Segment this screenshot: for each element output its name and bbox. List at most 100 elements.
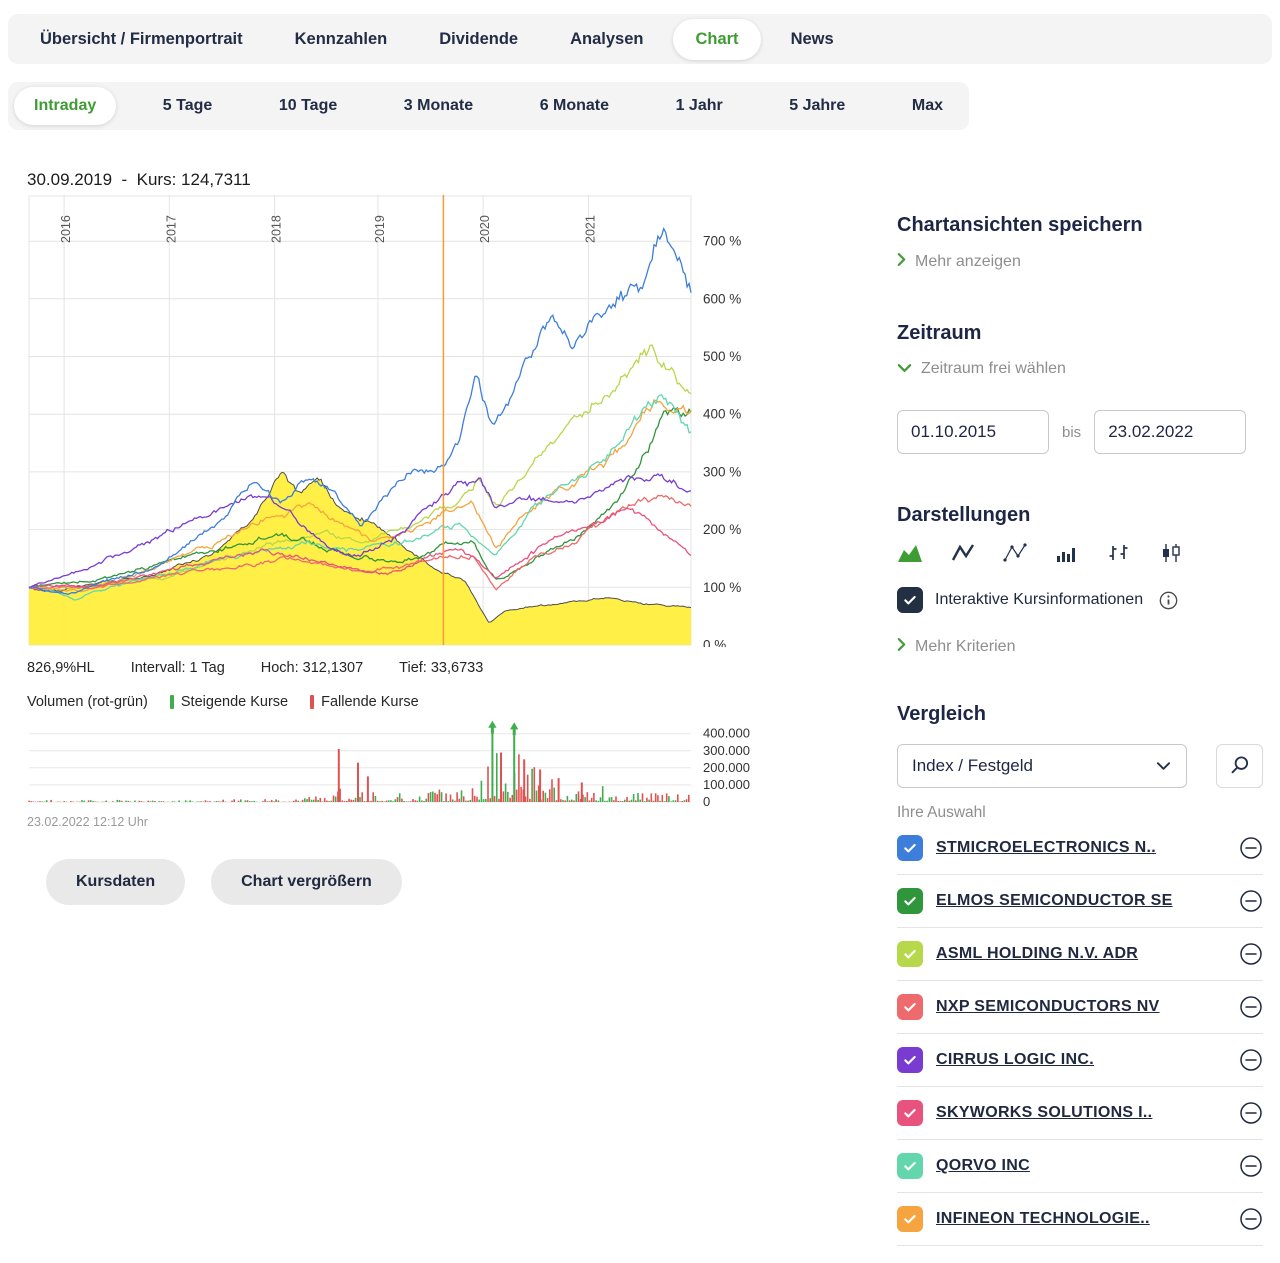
svg-text:2021: 2021 — [583, 215, 597, 243]
range-tab-intraday[interactable]: Intraday — [14, 87, 116, 125]
range-tab-5-jahre[interactable]: 5 Jahre — [769, 87, 865, 125]
search-icon — [1229, 754, 1251, 779]
remove-icon[interactable] — [1239, 995, 1263, 1019]
compare-item-link[interactable]: CIRRUS LOGIC INC. — [936, 1051, 1226, 1069]
svg-text:2016: 2016 — [59, 215, 73, 243]
compare-checkbox[interactable] — [897, 1047, 923, 1073]
chart-enlarge-button[interactable]: Chart vergrößern — [211, 859, 402, 905]
compare-item-link[interactable]: ELMOS SEMICONDUCTOR SE — [936, 892, 1226, 910]
list-item: QORVO INC — [897, 1140, 1263, 1193]
tab-kennzahlen[interactable]: Kennzahlen — [273, 19, 410, 60]
svg-text:700 %: 700 % — [703, 234, 741, 249]
compare-item-link[interactable]: INFINEON TECHNOLOGIE.. — [936, 1210, 1226, 1228]
compare-select-value: Index / Festgeld — [898, 756, 1140, 776]
save-views-title: Chartansichten speichern — [897, 214, 1263, 237]
legend-rising-label: Steigende Kurse — [181, 694, 288, 710]
search-button[interactable] — [1216, 744, 1263, 788]
falling-volume-icon — [310, 695, 314, 709]
list-item: ELMOS SEMICONDUCTOR SE — [897, 875, 1263, 928]
compare-checkbox[interactable] — [897, 941, 923, 967]
crosshair-readout: 30.09.2019 - Kurs: 124,7311 — [27, 170, 789, 190]
remove-icon[interactable] — [1239, 1207, 1263, 1231]
svg-text:400.000: 400.000 — [703, 726, 750, 741]
darstellungen-section: Darstellungen — [897, 504, 1263, 657]
svg-text:0: 0 — [703, 794, 710, 808]
svg-text:300 %: 300 % — [703, 464, 741, 479]
compare-item-link[interactable]: QORVO INC — [936, 1157, 1226, 1175]
chart-stats: 826,9%HL Intervall: 1 Tag Hoch: 312,1307… — [27, 660, 789, 676]
svg-text:100.000: 100.000 — [703, 777, 750, 792]
list-item: NXP SEMICONDUCTORS NV — [897, 981, 1263, 1034]
svg-text:2018: 2018 — [270, 215, 284, 243]
legend-falling: Fallende Kurse — [310, 694, 419, 710]
compare-checkbox[interactable] — [897, 1153, 923, 1179]
compare-checkbox[interactable] — [897, 888, 923, 914]
stat-low: Tief: 33,6733 — [399, 660, 483, 676]
range-tab-max[interactable]: Max — [892, 87, 963, 125]
free-range-label: Zeitraum frei wählen — [921, 360, 1066, 378]
volume-legend-title: Volumen (rot-grün) — [27, 694, 148, 710]
kursdaten-button[interactable]: Kursdaten — [46, 859, 185, 905]
svg-text:400 %: 400 % — [703, 407, 741, 422]
stat-high: Hoch: 312,1307 — [261, 660, 363, 676]
tab-chart[interactable]: Chart — [673, 19, 760, 60]
chevron-down-icon — [897, 360, 912, 378]
interactive-info-checkbox[interactable] — [897, 587, 923, 613]
comparison-list: STMICROELECTRONICS N.. ELMOS SEMICONDUCT… — [897, 822, 1263, 1246]
svg-text:2020: 2020 — [478, 215, 492, 243]
remove-icon[interactable] — [1239, 836, 1263, 860]
more-criteria-link[interactable]: Mehr Kriterien — [897, 637, 1263, 657]
compare-select-row: Index / Festgeld — [897, 744, 1263, 788]
free-range-link[interactable]: Zeitraum frei wählen — [897, 360, 1263, 378]
svg-text:200.000: 200.000 — [703, 760, 750, 775]
chart-settings-sidebar: Chartansichten speichern Mehr anzeigen Z… — [897, 170, 1263, 1246]
line-markers-chart-icon[interactable] — [1003, 543, 1027, 563]
tab-news[interactable]: News — [769, 19, 856, 60]
compare-item-link[interactable]: SKYWORKS SOLUTIONS I.. — [936, 1104, 1226, 1122]
remove-icon[interactable] — [1239, 1154, 1263, 1178]
svg-text:500 %: 500 % — [703, 349, 741, 364]
compare-checkbox[interactable] — [897, 1206, 923, 1232]
svg-text:2017: 2017 — [164, 215, 178, 243]
volume-chart[interactable]: 400.000300.000200.000100.0000 — [27, 716, 772, 808]
date-from-input[interactable] — [897, 410, 1049, 454]
tab-dividende[interactable]: Dividende — [417, 19, 540, 60]
line-chart-icon[interactable] — [951, 543, 975, 563]
compare-item-link[interactable]: ASML HOLDING N.V. ADR — [936, 945, 1226, 963]
info-icon[interactable] — [1159, 591, 1178, 610]
candlestick-chart-icon[interactable] — [1159, 543, 1183, 563]
range-tab-10-tage[interactable]: 10 Tage — [259, 87, 357, 125]
price-chart[interactable]: 0 %100 %200 %300 %400 %500 %600 %700 %20… — [27, 195, 772, 647]
chart-timestamp: 23.02.2022 12:12 Uhr — [27, 815, 789, 829]
range-tab-3-monate[interactable]: 3 Monate — [384, 87, 493, 125]
interactive-info-label: Interaktive Kursinformationen — [935, 591, 1143, 609]
mountain-chart-icon[interactable] — [897, 543, 923, 563]
tab-uebersicht-firmenportrait[interactable]: Übersicht / Firmenportrait — [18, 19, 265, 60]
remove-icon[interactable] — [1239, 942, 1263, 966]
tab-analysen[interactable]: Analysen — [548, 19, 665, 60]
show-more-link[interactable]: Mehr anzeigen — [897, 252, 1263, 272]
remove-icon[interactable] — [1239, 1101, 1263, 1125]
chevron-right-icon — [897, 637, 906, 657]
compare-checkbox[interactable] — [897, 835, 923, 861]
range-tab-1-jahr[interactable]: 1 Jahr — [656, 87, 743, 125]
list-item: CIRRUS LOGIC INC. — [897, 1034, 1263, 1087]
legend-rising: Steigende Kurse — [170, 694, 288, 710]
range-tab-5-tage[interactable]: 5 Tage — [143, 87, 233, 125]
range-tab-6-monate[interactable]: 6 Monate — [520, 87, 629, 125]
remove-icon[interactable] — [1239, 1048, 1263, 1072]
date-to-input[interactable] — [1094, 410, 1246, 454]
compare-checkbox[interactable] — [897, 994, 923, 1020]
legend-falling-label: Fallende Kurse — [321, 694, 419, 710]
bar-chart-icon[interactable] — [1055, 543, 1079, 563]
compare-checkbox[interactable] — [897, 1100, 923, 1126]
compare-select[interactable]: Index / Festgeld — [897, 744, 1187, 788]
compare-item-link[interactable]: NXP SEMICONDUCTORS NV — [936, 998, 1226, 1016]
svg-text:200 %: 200 % — [703, 522, 741, 537]
ohlc-chart-icon[interactable] — [1107, 543, 1131, 563]
date-range-row: bis — [897, 410, 1263, 454]
chart-style-icons — [897, 543, 1263, 563]
svg-text:2019: 2019 — [373, 215, 387, 243]
compare-item-link[interactable]: STMICROELECTRONICS N.. — [936, 839, 1226, 857]
remove-icon[interactable] — [1239, 889, 1263, 913]
